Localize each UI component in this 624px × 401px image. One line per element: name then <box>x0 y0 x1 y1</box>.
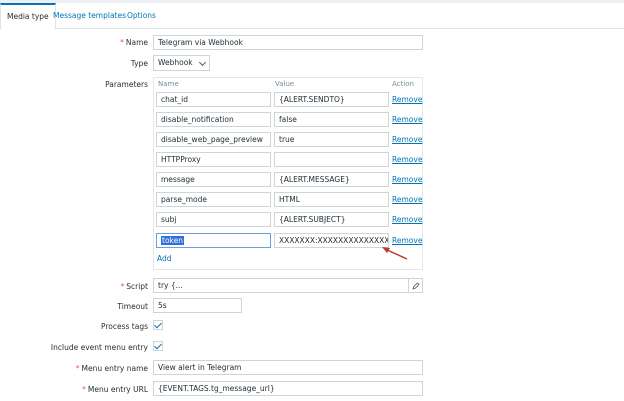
type-select[interactable]: Webhook <box>153 55 210 71</box>
param-name-input[interactable]: parse_mode <box>156 192 271 207</box>
tab-bar: Media type Message templates Options <box>0 3 624 30</box>
param-name-input-token[interactable]: token <box>156 233 271 248</box>
menu-name-label: * Menu entry name <box>75 364 148 373</box>
parameters-label: Parameters <box>105 80 148 89</box>
param-value-input-token[interactable]: XXXXXXX:XXXXXXXXXXXXXXXX <box>274 233 389 248</box>
param-name-input[interactable]: disable_web_page_preview <box>156 132 271 147</box>
col-header-action: Action <box>392 80 414 88</box>
param-value-input[interactable]: false <box>274 112 389 127</box>
remove-button[interactable]: Remove <box>392 115 422 124</box>
timeout-input[interactable]: 5s <box>153 298 242 313</box>
param-name-input[interactable]: subj <box>156 212 271 227</box>
menu-name-input[interactable]: View alert in Telegram <box>153 360 423 375</box>
name-label: * Name <box>120 38 148 47</box>
script-input[interactable]: try {... <box>153 278 423 293</box>
process-tags-checkbox[interactable] <box>153 320 163 330</box>
col-header-name: Name <box>158 80 179 88</box>
param-name-input[interactable]: message <box>156 172 271 187</box>
param-value-input[interactable]: {ALERT.SENDTO} <box>274 92 389 107</box>
menu-url-input[interactable]: {EVENT.TAGS.tg_message_url} <box>153 381 423 396</box>
remove-button[interactable]: Remove <box>392 236 422 245</box>
pencil-icon[interactable] <box>408 279 422 292</box>
process-tags-label: Process tags <box>100 322 148 331</box>
chevron-down-icon <box>198 58 207 67</box>
param-value-input[interactable] <box>274 152 389 167</box>
event-menu-label: Include event menu entry <box>50 343 148 352</box>
script-label: * Script <box>120 282 148 291</box>
add-parameter-button[interactable]: Add <box>157 254 172 263</box>
param-value-input[interactable]: {ALERT.MESSAGE} <box>274 172 389 187</box>
param-value-input[interactable]: true <box>274 132 389 147</box>
script-value: try {... <box>158 281 183 290</box>
tab-options[interactable]: Options <box>121 3 162 29</box>
timeout-label: Timeout <box>117 302 148 311</box>
tab-message-templates[interactable]: Message templates <box>47 3 132 29</box>
col-header-value: Value <box>275 80 295 88</box>
remove-button[interactable]: Remove <box>392 155 422 164</box>
type-select-value: Webhook <box>158 58 193 67</box>
remove-button[interactable]: Remove <box>392 135 422 144</box>
param-value-input[interactable]: {ALERT.SUBJECT} <box>274 212 389 227</box>
name-input[interactable]: Telegram via Webhook <box>153 35 423 50</box>
annotation-arrow <box>382 247 408 260</box>
remove-button[interactable]: Remove <box>392 95 422 104</box>
param-name-input[interactable]: HTTPProxy <box>156 152 271 167</box>
type-label: Type <box>130 59 148 68</box>
param-value-input[interactable]: HTML <box>274 192 389 207</box>
remove-button[interactable]: Remove <box>392 175 422 184</box>
remove-button[interactable]: Remove <box>392 195 422 204</box>
param-name-input[interactable]: disable_notification <box>156 112 271 127</box>
menu-url-label: * Menu entry URL <box>82 385 148 394</box>
selected-text: token <box>161 236 184 245</box>
event-menu-checkbox[interactable] <box>153 341 163 351</box>
remove-button[interactable]: Remove <box>392 215 422 224</box>
param-name-input[interactable]: chat_id <box>156 92 271 107</box>
